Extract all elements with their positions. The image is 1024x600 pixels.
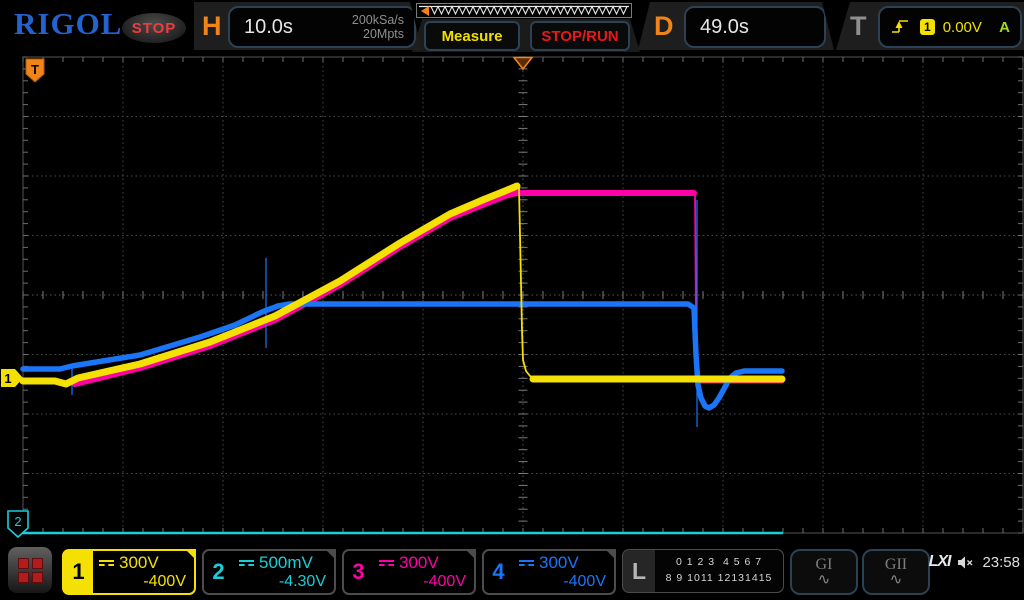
memory-depth: 20Mpts <box>363 27 404 41</box>
trigger-label: T <box>850 11 867 42</box>
waveform-display[interactable]: T 1 2 <box>0 0 1024 600</box>
clock: 23:58 <box>982 554 1020 571</box>
trigger-panel: T 1 0.00V A <box>836 2 1024 50</box>
generator1-button[interactable]: GI ∿ <box>790 549 858 595</box>
channel-number: 3 <box>344 551 373 593</box>
trigger-box[interactable]: 1 0.00V A <box>878 6 1022 48</box>
dc-coupling-icon <box>519 558 534 568</box>
sample-rate: 200kSa/s <box>352 13 404 27</box>
trigger-level-marker-label: T <box>31 62 39 77</box>
delay-value: 49.0s <box>686 16 749 39</box>
digital-row-2: 8 9 1011 12131415 <box>666 571 773 587</box>
generator2-button[interactable]: GII ∿ <box>862 549 930 595</box>
oscilloscope-screen: T 1 2 RIGOL STOP H 10.0s 200kSa/s 20Mpts M… <box>0 0 1024 600</box>
timebase-value: 10.0s <box>230 16 293 39</box>
channel-offset: -4.30V <box>233 573 334 591</box>
menu-button[interactable] <box>8 547 52 593</box>
channel-1-box[interactable]: 1 300V-400V <box>62 549 196 595</box>
memory-position-marker <box>421 6 429 16</box>
trigger-mode: A <box>999 19 1020 36</box>
horizontal-panel: H 10.0s 200kSa/s 20Mpts <box>194 2 422 50</box>
digital-row-1: 0 1 2 3 4 5 6 7 <box>676 555 762 571</box>
channel-scale: 300V <box>399 553 439 573</box>
channel-offset: -400V <box>373 573 474 591</box>
channel-4-box[interactable]: 4 300V-400V <box>482 549 616 595</box>
digital-label: L <box>623 558 655 585</box>
channel-scale: 300V <box>539 553 579 573</box>
stop-run-button[interactable]: STOP/RUN <box>530 21 630 51</box>
top-status-bar: RIGOL STOP H 10.0s 200kSa/s 20Mpts Measu… <box>0 0 1024 52</box>
sine-wave-icon: ∿ <box>890 572 903 587</box>
timebase-box[interactable]: 10.0s 200kSa/s 20Mpts <box>228 6 416 48</box>
channel-scale: 300V <box>119 553 159 573</box>
corner-notch <box>605 549 616 560</box>
channel-number: 4 <box>484 551 513 593</box>
delay-panel: D 49.0s <box>638 2 834 50</box>
memory-waveform-bar[interactable] <box>416 3 632 18</box>
trigger-position-marker[interactable] <box>514 58 532 70</box>
rising-edge-icon <box>890 19 910 35</box>
ch2-level-marker-label: 2 <box>14 514 21 529</box>
sine-wave-icon: ∿ <box>818 572 831 587</box>
ch4-trace <box>23 304 782 408</box>
menu-icon <box>18 558 29 569</box>
channel-offset: -400V <box>93 573 194 591</box>
dc-coupling-icon <box>99 558 114 568</box>
speaker-muted-icon <box>957 555 975 570</box>
rigol-logo: RIGOL <box>14 6 122 42</box>
corner-notch <box>465 549 476 560</box>
trigger-source-badge: 1 <box>920 19 935 35</box>
channel-offset: -400V <box>513 573 614 591</box>
measure-button[interactable]: Measure <box>424 21 520 51</box>
channel-3-box[interactable]: 3 300V-400V <box>342 549 476 595</box>
dc-coupling-icon <box>379 558 394 568</box>
horizontal-label: H <box>202 11 222 42</box>
delay-label: D <box>654 11 674 42</box>
channel-2-box[interactable]: 2 500mV-4.30V <box>202 549 336 595</box>
ch1-level-marker-label: 1 <box>4 371 11 386</box>
dc-coupling-icon <box>239 558 254 568</box>
corner-notch <box>325 549 336 560</box>
channel-number: 1 <box>64 551 93 593</box>
channel-scale: 500mV <box>259 553 313 573</box>
ch1-trace-drop <box>519 187 537 379</box>
lxi-indicator: LXI <box>929 553 951 571</box>
delay-box[interactable]: 49.0s <box>684 6 826 48</box>
trigger-level-value: 0.00V <box>943 19 982 36</box>
channel-number: 2 <box>204 551 233 593</box>
acquisition-state-badge: STOP <box>122 13 186 43</box>
bottom-status-bar: 1300V-400V2500mV-4.30V3300V-400V4300V-40… <box>0 540 1024 600</box>
corner-notch <box>185 549 196 560</box>
digital-channels-box[interactable]: L 0 1 2 3 4 5 6 7 8 9 1011 12131415 <box>622 549 784 593</box>
